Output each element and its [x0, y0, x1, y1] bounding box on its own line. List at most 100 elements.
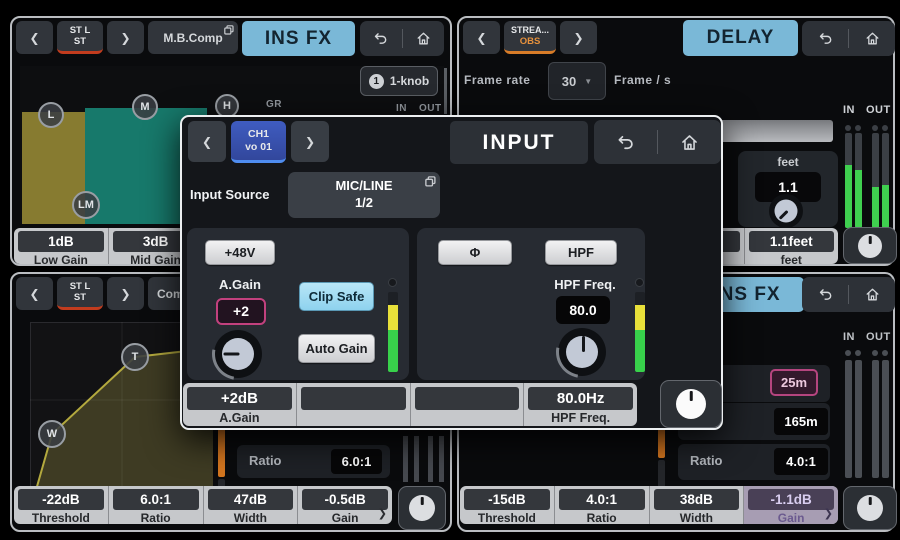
a-gain-value[interactable]: +2 [216, 298, 266, 325]
param-cell-feet[interactable]: 1.1feetfeet [744, 228, 839, 264]
in-meter-l [845, 360, 852, 478]
page-title: DELAY [683, 20, 798, 56]
home-icon[interactable] [679, 132, 700, 153]
param-cell-gain[interactable]: -0.5dBGain❯ [297, 486, 392, 524]
phase-button[interactable]: Φ [438, 240, 512, 265]
knob-pointer [224, 353, 240, 356]
param-label: Ratio [555, 511, 649, 524]
undo-icon[interactable] [615, 132, 636, 153]
param-cell-a-gain[interactable]: +2dBA.Gain [183, 383, 296, 426]
eq-handle-mid[interactable]: M [132, 94, 158, 120]
home-icon[interactable] [864, 30, 881, 47]
chevron-right-icon: ❯ [573, 31, 583, 45]
ratio-value[interactable]: 6.0:1 [331, 449, 382, 474]
param-cell-low-gain[interactable]: 1dBLow Gain [14, 228, 108, 264]
input-source-button[interactable]: MIC/LINE 1/2 [288, 172, 440, 218]
channel-select-button[interactable]: ST L ST [57, 21, 103, 54]
param-cell-ratio[interactable]: 6.0:1Ratio [108, 486, 203, 524]
undo-icon[interactable] [817, 286, 834, 303]
chevron-left-icon: ❮ [476, 31, 486, 45]
channel-select-button[interactable]: ST L ST [57, 277, 103, 310]
undo-icon[interactable] [817, 30, 834, 47]
param-value: 4.0:1 [559, 489, 645, 510]
chevron-left-icon: ❮ [202, 135, 212, 149]
preset-button[interactable]: M.B.Comp [148, 21, 238, 54]
gr-label: GR [266, 99, 282, 110]
meter-bar [428, 436, 433, 482]
param-label: feet [745, 253, 839, 264]
knob-face [409, 495, 435, 521]
frame-rate-dropdown[interactable]: 30 ▼ [548, 62, 606, 100]
release-value[interactable]: 165m [774, 408, 828, 435]
back-button[interactable]: ❮ [16, 277, 53, 310]
param-cell-width[interactable]: 47dBWidth [203, 486, 298, 524]
param-value [301, 387, 406, 410]
one-knob-button[interactable]: 1 1-knob [360, 66, 438, 96]
comp-handle-threshold[interactable]: T [121, 343, 149, 371]
back-button[interactable]: ❮ [463, 21, 500, 54]
next-button[interactable]: ❯ [107, 21, 144, 54]
meter-bar [439, 436, 444, 482]
next-button[interactable]: ❯ [291, 121, 329, 162]
auto-gain-button[interactable]: Auto Gain [298, 334, 375, 363]
phantom-48v-button[interactable]: +48V [205, 240, 275, 265]
meter-peak-dot [882, 350, 888, 356]
delay-knob[interactable] [769, 194, 803, 228]
touch-knob-button[interactable] [843, 227, 897, 264]
channel-name-line1: STREA... [511, 25, 549, 36]
undo-icon[interactable] [372, 30, 389, 47]
eq-handle-low[interactable]: L [38, 102, 64, 128]
channel-select-button[interactable]: STREA... OBS [504, 21, 556, 54]
hpf-freq-value[interactable]: 80.0 [556, 296, 610, 324]
meter-peak-dot [845, 125, 851, 131]
comp-handle-width[interactable]: W [38, 420, 66, 448]
next-button[interactable]: ❯ [560, 21, 597, 54]
dialog-title: INPUT [450, 121, 588, 164]
hpf-button[interactable]: HPF [545, 240, 617, 265]
meter-bar [403, 436, 408, 482]
param-cell-threshold[interactable]: -22dBThreshold [14, 486, 108, 524]
param-label: A.Gain [183, 411, 296, 425]
out-meter-l [872, 360, 879, 478]
param-value: 80.0Hz [528, 387, 633, 410]
param-cell-gain-selected[interactable]: -1.1dBGain❯ [743, 486, 838, 524]
clip-safe-button[interactable]: Clip Safe [299, 282, 374, 311]
param-value: +2dB [187, 387, 292, 410]
param-value [415, 387, 520, 410]
a-gain-meter [388, 292, 398, 372]
eq-handle-lowmid[interactable]: LM [72, 191, 100, 219]
touch-knob-button[interactable] [398, 486, 446, 530]
out-label: OUT [866, 331, 891, 343]
knob-pointer [869, 497, 872, 505]
meter-peak-dot [388, 278, 397, 287]
next-button[interactable]: ❯ [107, 277, 144, 310]
frame-rate-value: 30 [562, 74, 576, 89]
meter-fill [855, 170, 862, 228]
channel-name-line1: CH1 [248, 128, 269, 141]
param-cell-hpf-freq[interactable]: 80.0HzHPF Freq. [523, 383, 637, 426]
in-meter-r [855, 360, 862, 478]
channel-select-button[interactable]: CH1 vo 01 [231, 121, 286, 163]
ratio-value[interactable]: 4.0:1 [774, 448, 828, 475]
mixer-screen: ❮ ST L ST ❯ M.B.Comp INS FX L M H LM 1 1… [0, 0, 900, 540]
hpf-freq-knob[interactable] [558, 328, 606, 376]
back-button[interactable]: ❮ [16, 21, 53, 54]
param-cell-ratio[interactable]: 4.0:1Ratio [554, 486, 649, 524]
param-cell-width[interactable]: 38dBWidth [649, 486, 744, 524]
a-gain-knob[interactable] [214, 330, 262, 378]
touch-knob-button[interactable] [660, 380, 722, 428]
knob-face [857, 495, 883, 521]
in-meter-l [845, 133, 852, 228]
param-value: 47dB [208, 489, 294, 510]
home-icon[interactable] [415, 30, 432, 47]
param-cell-threshold[interactable]: -15dBThreshold [460, 486, 554, 524]
touch-knob-button[interactable] [843, 486, 897, 530]
back-button[interactable]: ❮ [188, 121, 226, 162]
attack-value[interactable]: 25m [770, 369, 818, 396]
knob-pointer [582, 336, 585, 352]
channel-name-line2: vo 01 [245, 141, 272, 154]
divider [848, 285, 849, 304]
param-cell[interactable] [410, 383, 524, 426]
home-icon[interactable] [864, 286, 881, 303]
param-cell[interactable] [296, 383, 410, 426]
